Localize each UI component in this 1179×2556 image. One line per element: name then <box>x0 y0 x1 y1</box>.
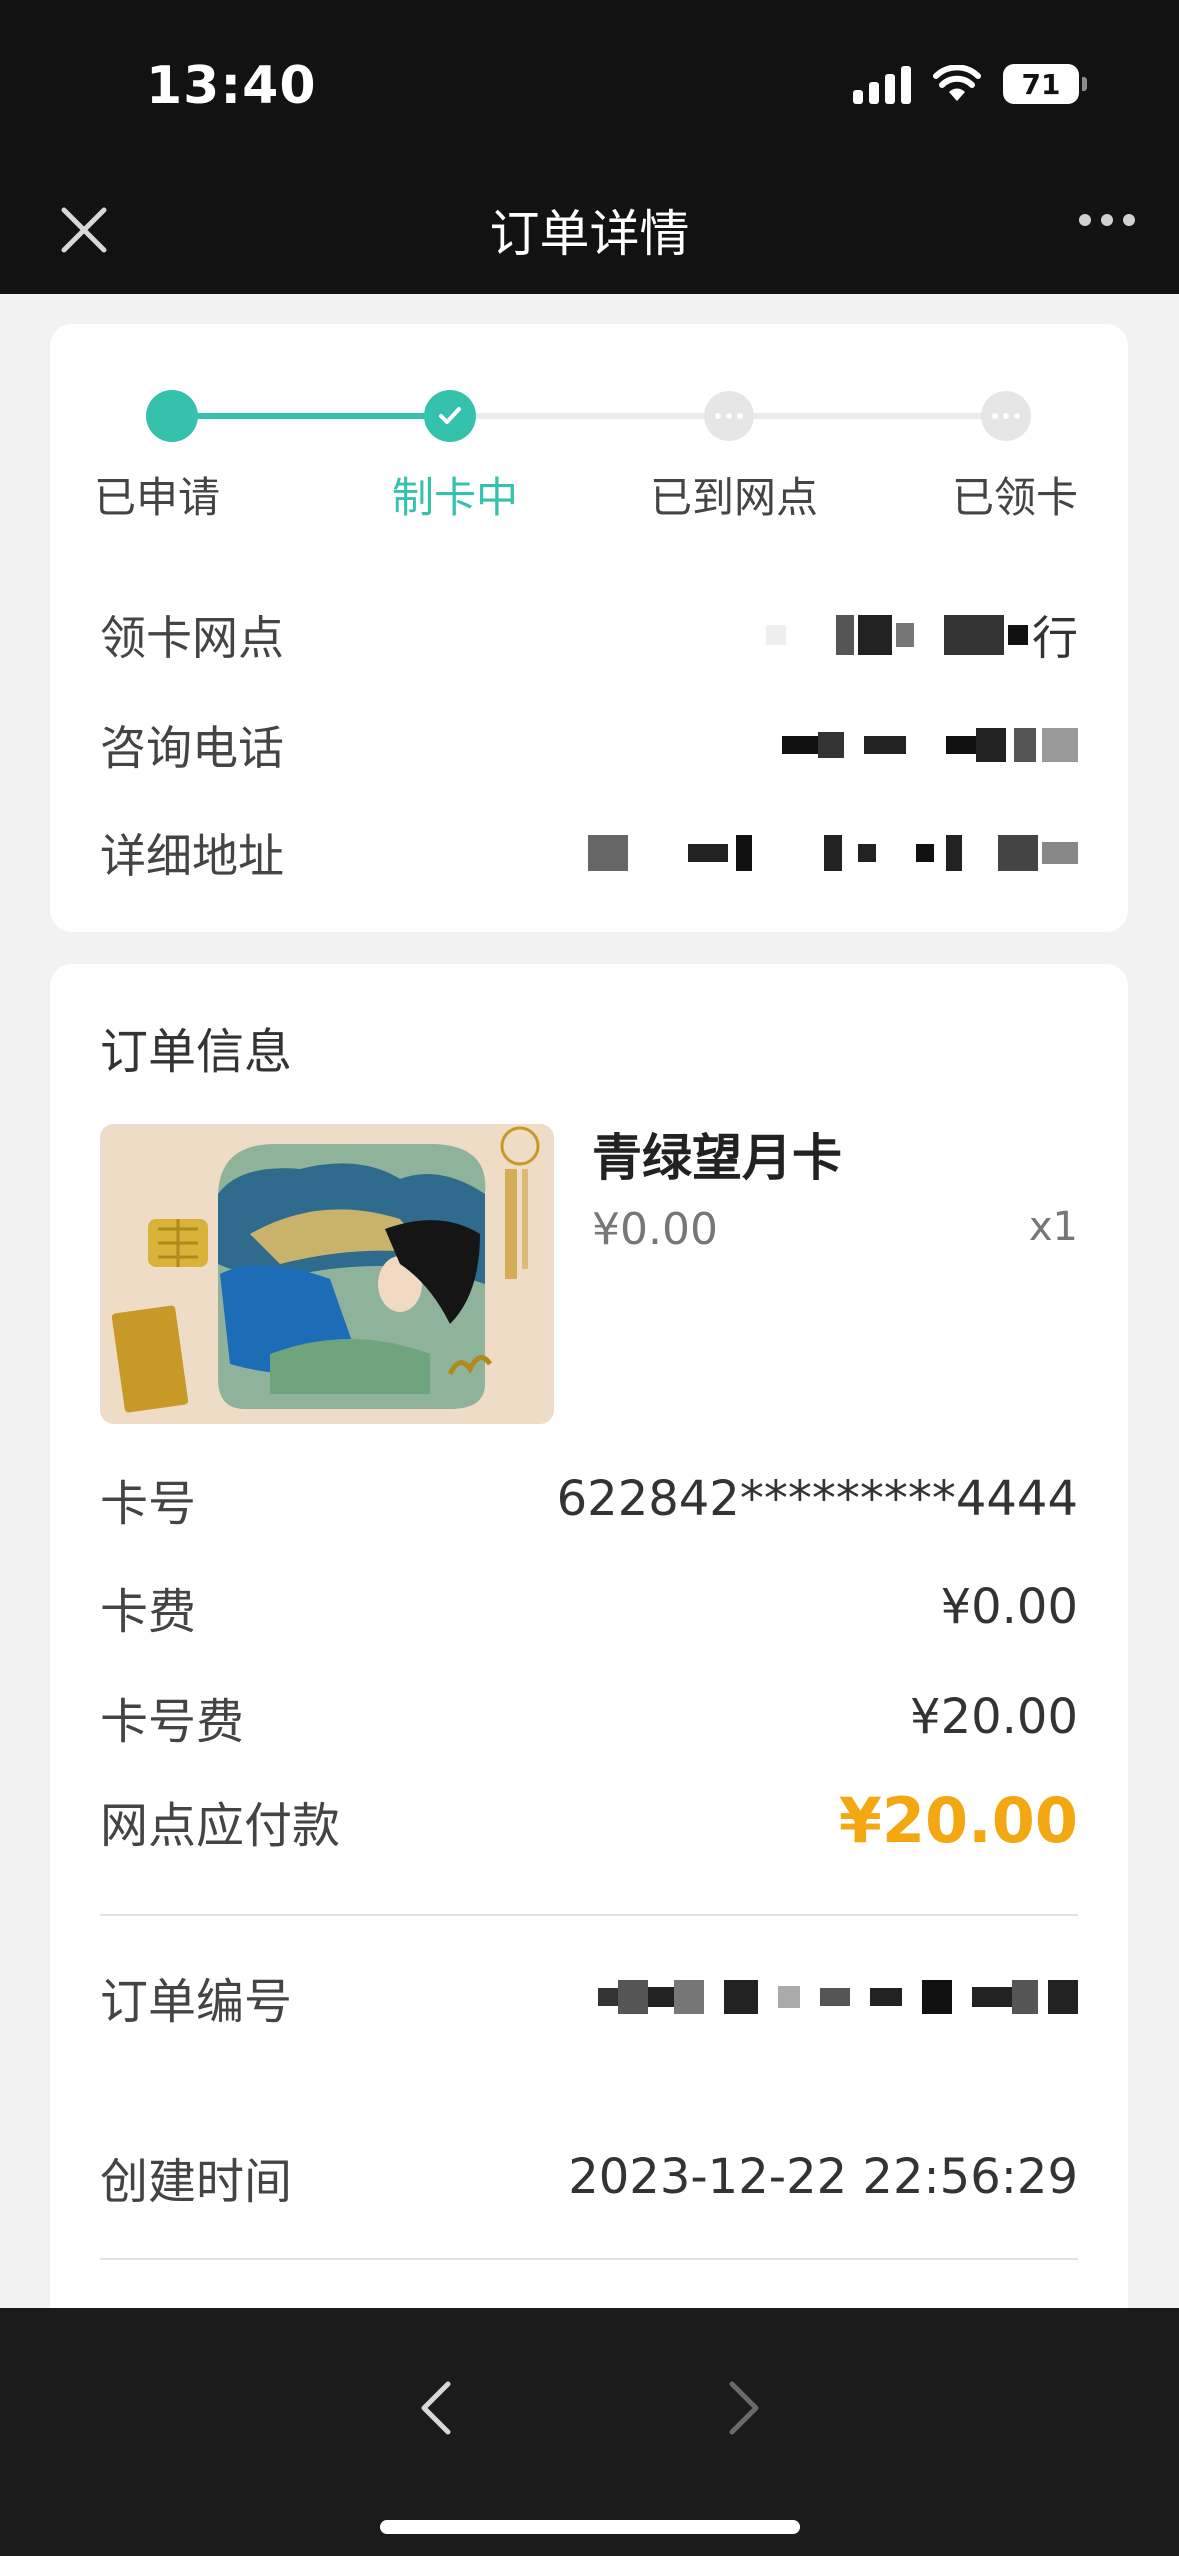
battery-level: 71 <box>1021 67 1061 101</box>
created-time-value: 2023-12-22 22:56:29 <box>568 2149 1078 2205</box>
step-label-making: 制卡中 <box>392 473 519 522</box>
step-dot-making <box>424 390 476 442</box>
home-indicator[interactable] <box>380 2520 800 2534</box>
card-number-label: 卡号 <box>100 1476 197 1532</box>
pending-dots-icon <box>715 413 743 419</box>
check-icon <box>439 407 461 424</box>
status-icons: 71 <box>853 64 1087 104</box>
address-row: 详细地址 <box>100 820 1078 886</box>
payable-label: 网点应付款 <box>100 1797 341 1854</box>
divider <box>100 2258 1078 2260</box>
card-number-value: 622842*********4444 <box>556 1471 1078 1527</box>
phone-label: 咨询电话 <box>100 721 284 775</box>
order-number-row: 订单编号 <box>100 1962 1078 2032</box>
forward-arrow-icon[interactable] <box>714 2376 770 2440</box>
product-price: ¥0.00 <box>592 1204 718 1255</box>
step-dot-arrived <box>704 391 754 441</box>
bottom-toolbar <box>0 2308 1179 2556</box>
wifi-icon <box>933 65 981 101</box>
card-number-row: 卡号 622842*********4444 <box>100 1464 1078 1534</box>
divider <box>100 1914 1078 1916</box>
step-label-collected: 已领卡 <box>952 473 1079 522</box>
order-number-label: 订单编号 <box>100 1974 293 2030</box>
nav-bar: 订单详情 <box>0 170 1179 294</box>
payable-value: ¥20.00 <box>838 1784 1078 1857</box>
number-fee-value: ¥20.00 <box>910 1689 1078 1745</box>
product-quantity: x1 <box>1028 1204 1078 1250</box>
outlet-row: 领卡网点 行 <box>100 602 1078 668</box>
created-time-label: 创建时间 <box>100 2154 293 2210</box>
status-bar: 13:40 71 <box>0 0 1179 170</box>
status-card: 已申请 制卡中 已到网点 已领卡 领卡网点 行 咨询电话 详细地址 <box>50 324 1128 932</box>
step-label-arrived: 已到网点 <box>650 473 819 522</box>
page-title: 订单详情 <box>489 205 690 263</box>
pending-dots-icon <box>992 413 1020 419</box>
card-artwork-image <box>100 1124 554 1424</box>
card-fee-value: ¥0.00 <box>940 1579 1078 1635</box>
card-fee-label: 卡费 <box>100 1584 197 1640</box>
more-menu-icon[interactable] <box>1079 214 1135 226</box>
number-fee-row: 卡号费 ¥20.00 <box>100 1682 1078 1752</box>
product-name: 青绿望月卡 <box>592 1129 842 1187</box>
cellular-signal-icon <box>853 64 911 104</box>
phone-row: 咨询电话 <box>100 712 1078 778</box>
battery-icon: 71 <box>1003 64 1087 104</box>
status-time: 13:40 <box>146 56 317 116</box>
back-arrow-icon[interactable] <box>410 2376 466 2440</box>
created-time-row: 创建时间 2023-12-22 22:56:29 <box>100 2142 1078 2212</box>
order-info-card: 订单信息 青绿望月卡 ¥0.00 x1 卡号 622842*********44… <box>50 964 1128 2364</box>
outlet-label: 领卡网点 <box>100 611 284 665</box>
outlet-value-tail: 行 <box>1032 611 1078 665</box>
card-image <box>100 1124 554 1424</box>
step-dot-applied <box>146 390 198 442</box>
progress-line-completed <box>170 413 450 419</box>
step-label-applied: 已申请 <box>94 473 221 522</box>
outlet-value-redacted: 行 <box>766 602 1078 668</box>
address-label: 详细地址 <box>100 829 284 883</box>
card-fee-row: 卡费 ¥0.00 <box>100 1572 1078 1642</box>
number-fee-label: 卡号费 <box>100 1694 245 1750</box>
phone-value-redacted <box>782 728 1078 762</box>
payable-row: 网点应付款 ¥20.00 <box>100 1784 1078 1857</box>
order-number-value-redacted <box>598 1980 1078 2014</box>
section-title: 订单信息 <box>100 1024 293 1080</box>
step-dot-collected <box>981 391 1031 441</box>
address-value-redacted <box>588 835 1078 871</box>
